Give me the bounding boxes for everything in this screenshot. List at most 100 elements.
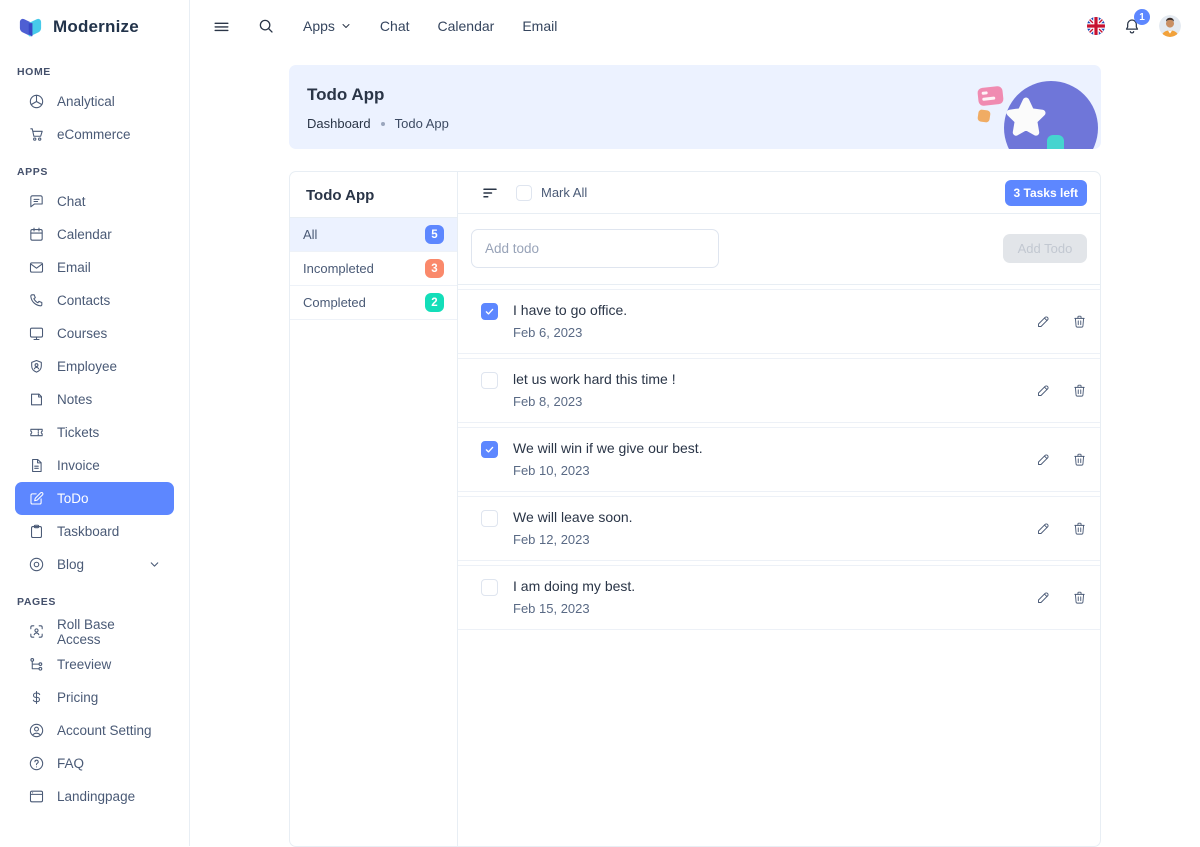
- sidebar-item-courses[interactable]: Courses: [15, 317, 174, 350]
- breadcrumb-home[interactable]: Dashboard: [307, 116, 371, 131]
- sidebar-item-ecommerce[interactable]: eCommerce: [15, 118, 174, 151]
- filter-count-badge: 3: [425, 259, 444, 278]
- todo-checkbox[interactable]: [481, 510, 498, 527]
- todo-text-block: I have to go office. Feb 6, 2023: [513, 302, 627, 340]
- todo-checkbox[interactable]: [481, 579, 498, 596]
- shield-icon: [28, 358, 45, 375]
- todo-text-block: We will win if we give our best. Feb 10,…: [513, 440, 703, 478]
- user-avatar[interactable]: [1159, 15, 1181, 37]
- edit-pencil-icon[interactable]: [1036, 383, 1051, 398]
- check-icon: [484, 306, 495, 317]
- sidebar-item-label: Blog: [57, 557, 84, 572]
- brand-logo[interactable]: Modernize: [0, 0, 189, 51]
- sidebar-item-label: Chat: [57, 194, 86, 209]
- sidebar-item-contacts[interactable]: Contacts: [15, 284, 174, 317]
- todo-checkbox[interactable]: [481, 372, 498, 389]
- topbar: Apps Chat Calendar Email: [190, 0, 1200, 52]
- sidebar-item-tickets[interactable]: Tickets: [15, 416, 174, 449]
- todo-text-block: I am doing my best. Feb 15, 2023: [513, 578, 635, 616]
- todo-title: let us work hard this time !: [513, 371, 676, 387]
- edit-pencil-icon[interactable]: [1036, 314, 1051, 329]
- uk-flag-icon: [1087, 17, 1105, 35]
- filter-incompleted[interactable]: Incompleted 3: [290, 252, 457, 286]
- ticket-icon: [28, 424, 45, 441]
- sidebar-item-landingpage[interactable]: Landingpage: [15, 780, 174, 813]
- edit-pencil-icon[interactable]: [1036, 590, 1051, 605]
- sidebar-item-account-setting[interactable]: Account Setting: [15, 714, 174, 747]
- todo-item: We will leave soon. Feb 12, 2023: [458, 496, 1100, 561]
- topnav-calendar[interactable]: Calendar: [438, 18, 495, 34]
- sidebar-item-calendar[interactable]: Calendar: [15, 218, 174, 251]
- edit-pencil-icon[interactable]: [1036, 521, 1051, 536]
- monitor-icon: [28, 325, 45, 342]
- dollar-icon: [28, 689, 45, 706]
- trash-icon[interactable]: [1072, 521, 1087, 536]
- topnav-email[interactable]: Email: [522, 18, 557, 34]
- sort-icon[interactable]: [481, 184, 499, 202]
- sidebar-item-taskboard[interactable]: Taskboard: [15, 515, 174, 548]
- add-todo-button[interactable]: Add Todo: [1003, 234, 1087, 263]
- sidebar-item-notes[interactable]: Notes: [15, 383, 174, 416]
- topnav-chat[interactable]: Chat: [380, 18, 410, 34]
- notifications-button[interactable]: 1: [1122, 16, 1142, 36]
- todo-title: I am doing my best.: [513, 578, 635, 594]
- sidebar-item-treeview[interactable]: Treeview: [15, 648, 174, 681]
- sidebar-item-roll-base-access[interactable]: Roll Base Access: [15, 615, 174, 648]
- clipboard-icon: [28, 523, 45, 540]
- message-icon: [28, 193, 45, 210]
- todo-list-panel: Mark All 3 Tasks left Add Todo I have to…: [458, 172, 1100, 846]
- topnav-apps[interactable]: Apps: [303, 18, 352, 34]
- menu-toggle-button[interactable]: [212, 17, 231, 36]
- main-area: Apps Chat Calendar Email: [190, 0, 1200, 846]
- filter-label: All: [303, 227, 317, 242]
- sidebar-item-chat[interactable]: Chat: [15, 185, 174, 218]
- sidebar-item-pricing[interactable]: Pricing: [15, 681, 174, 714]
- todo-toolbar: Mark All 3 Tasks left: [458, 172, 1100, 214]
- topnav-links: Apps Chat Calendar Email: [303, 18, 557, 34]
- sidebar-item-email[interactable]: Email: [15, 251, 174, 284]
- help-icon: [28, 755, 45, 772]
- filter-all[interactable]: All 5: [290, 218, 457, 252]
- breadcrumb-current: Todo App: [395, 116, 449, 131]
- todo-app-card: Todo App All 5 Incompleted 3 Completed 2: [289, 171, 1101, 847]
- sidebar-item-label: Courses: [57, 326, 107, 341]
- sidebar-item-invoice[interactable]: Invoice: [15, 449, 174, 482]
- filter-completed[interactable]: Completed 2: [290, 286, 457, 320]
- edit-pencil-icon[interactable]: [1036, 452, 1051, 467]
- topbar-right: 1: [1087, 15, 1181, 37]
- phone-icon: [28, 292, 45, 309]
- topnav-apps-label: Apps: [303, 18, 335, 34]
- tasks-left-badge: 3 Tasks left: [1005, 180, 1087, 206]
- sidebar-item-todo[interactable]: ToDo: [15, 482, 174, 515]
- todo-checkbox[interactable]: [481, 441, 498, 458]
- todo-text-block: let us work hard this time ! Feb 8, 2023: [513, 371, 676, 409]
- file-icon: [28, 457, 45, 474]
- todo-item: We will win if we give our best. Feb 10,…: [458, 427, 1100, 492]
- sidebar-nav: HOME Analytical eCommerce APPS Chat Cale…: [0, 66, 189, 813]
- language-flag-button[interactable]: [1087, 17, 1105, 35]
- modernize-logo-icon: [17, 15, 44, 39]
- search-button[interactable]: [257, 17, 275, 35]
- trash-icon[interactable]: [1072, 383, 1087, 398]
- todo-checkbox[interactable]: [481, 303, 498, 320]
- trash-icon[interactable]: [1072, 452, 1087, 467]
- mark-all-checkbox[interactable]: [516, 185, 532, 201]
- todo-item: I am doing my best. Feb 15, 2023: [458, 565, 1100, 630]
- todo-date: Feb 10, 2023: [513, 463, 703, 478]
- trash-icon[interactable]: [1072, 314, 1087, 329]
- brand-name: Modernize: [53, 17, 139, 37]
- aperture-icon: [28, 93, 45, 110]
- sidebar-item-blog[interactable]: Blog: [15, 548, 174, 581]
- sidebar-item-employee[interactable]: Employee: [15, 350, 174, 383]
- sidebar-item-faq[interactable]: FAQ: [15, 747, 174, 780]
- todo-date: Feb 8, 2023: [513, 394, 676, 409]
- section-label-pages: PAGES: [17, 596, 173, 608]
- add-todo-input[interactable]: [471, 229, 719, 268]
- todo-actions: [1036, 314, 1087, 329]
- filter-label: Completed: [303, 295, 366, 310]
- sidebar-item-analytical[interactable]: Analytical: [15, 85, 174, 118]
- chevron-down-icon: [148, 558, 161, 571]
- breadcrumb-separator-dot: [381, 122, 385, 126]
- trash-icon[interactable]: [1072, 590, 1087, 605]
- hamburger-icon: [212, 17, 231, 36]
